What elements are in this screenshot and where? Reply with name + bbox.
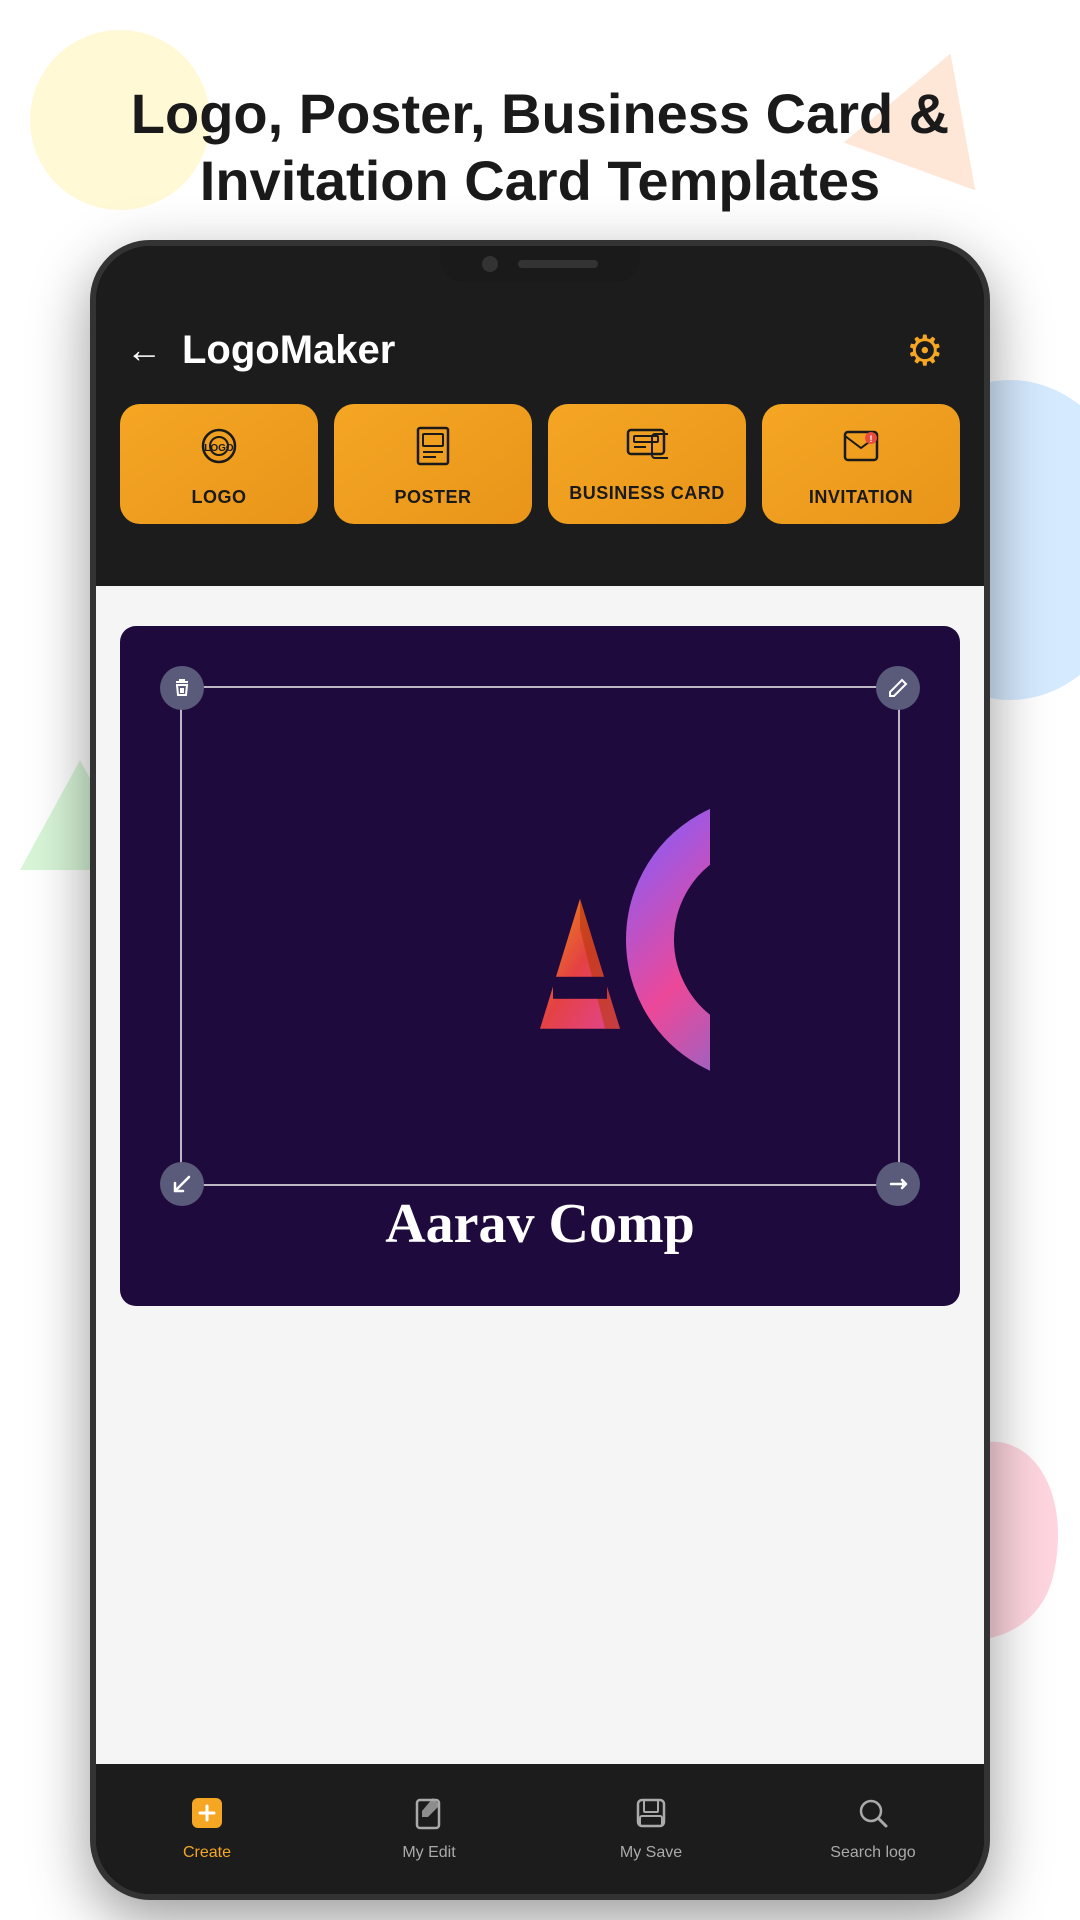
svg-text:!: ! [870, 434, 873, 444]
settings-icon[interactable]: ⚙ [906, 326, 954, 374]
logo-icon: LOGO [199, 426, 239, 475]
handle-delete[interactable] [160, 666, 204, 710]
logo-label: LOGO [192, 487, 247, 508]
back-button[interactable]: ← [126, 329, 162, 371]
phone-content: Aarav Comp [96, 586, 984, 1764]
logo-canvas[interactable]: Aarav Comp [120, 626, 960, 1306]
my-edit-icon [412, 1796, 446, 1838]
business-card-label: BUSINESS CARD [569, 483, 725, 504]
poster-label: POSTER [394, 487, 471, 508]
category-invitation[interactable]: ! INVITATION [762, 404, 960, 524]
category-business-card[interactable]: BUSINESS CARD [548, 404, 746, 524]
create-label: Create [183, 1844, 231, 1862]
my-save-icon [634, 1796, 668, 1838]
category-logo[interactable]: LOGO LOGO [120, 404, 318, 524]
poster-icon [414, 426, 452, 475]
company-name: Aarav Comp [120, 1192, 960, 1256]
phone-notch [440, 246, 640, 282]
create-icon [190, 1796, 224, 1838]
search-logo-icon [856, 1796, 890, 1838]
selection-overlay [180, 686, 900, 1186]
page-title: Logo, Poster, Business Card & Invitation… [50, 80, 1030, 214]
my-save-label: My Save [620, 1844, 682, 1862]
nav-search-logo[interactable]: Search logo [762, 1786, 984, 1872]
page-header: Logo, Poster, Business Card & Invitation… [50, 80, 1030, 214]
nav-my-save[interactable]: My Save [540, 1786, 762, 1872]
phone-top-bar: ← LogoMaker ⚙ LOGO LOGO [96, 246, 984, 586]
my-edit-label: My Edit [402, 1844, 455, 1862]
phone-nav: ← LogoMaker ⚙ [96, 306, 984, 394]
bottom-nav-bar: Create My Edit My Save [96, 1764, 984, 1894]
handle-edit[interactable] [876, 666, 920, 710]
nav-create[interactable]: Create [96, 1786, 318, 1872]
category-buttons: LOGO LOGO POSTER [96, 394, 984, 544]
search-logo-label: Search logo [830, 1844, 915, 1862]
svg-text:LOGO: LOGO [204, 443, 234, 454]
speaker [518, 260, 598, 268]
invitation-icon: ! [841, 426, 881, 475]
category-poster[interactable]: POSTER [334, 404, 532, 524]
phone-frame: ← LogoMaker ⚙ LOGO LOGO [90, 240, 990, 1900]
nav-my-edit[interactable]: My Edit [318, 1786, 540, 1872]
invitation-label: INVITATION [809, 487, 913, 508]
business-card-icon [626, 426, 668, 471]
app-title: LogoMaker [182, 328, 906, 373]
handle-resize-bl[interactable] [160, 1162, 204, 1206]
camera [482, 256, 498, 272]
handle-resize-br[interactable] [876, 1162, 920, 1206]
